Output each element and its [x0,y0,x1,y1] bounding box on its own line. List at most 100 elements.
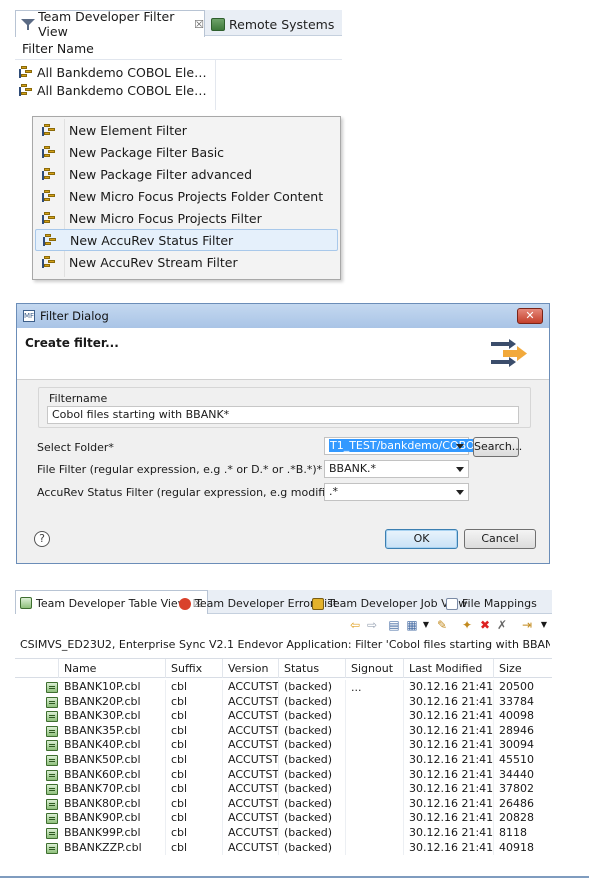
cell-name: BBANK80P.cbl [59,796,166,812]
menu-item-label: New Element Filter [69,122,187,138]
cell-status: (backed) [279,840,346,856]
menu-item-new-mf-projects-filter[interactable]: New Micro Focus Projects Filter [35,207,338,229]
cell-last-modified: 30.12.16 21:41 [404,738,494,753]
filtername-input[interactable]: Cobol files starting with BBANK* [47,406,519,424]
table-row[interactable]: BBANKZZP.cblcblACCUTST...(backed) 30.12.1… [15,840,552,856]
cell-suffix: cbl [166,694,223,710]
menu-icon[interactable]: ⇥ [520,618,534,632]
column-header-last-modified[interactable]: Last Modified [404,659,494,678]
cell-status: (backed) [279,738,346,753]
cell-signout [346,709,404,724]
table-row[interactable]: BBANK60P.cblcblACCUTST...(backed) 30.12.1… [15,767,552,783]
new-filter-icon [41,189,57,203]
filter-row-label: All Bankdemo COBOL Element... [37,82,214,98]
dialog-titlebar[interactable]: MF Filter Dialog ✕ [17,304,549,328]
cancel-button[interactable]: Cancel [464,529,536,549]
ok-button[interactable]: OK [385,529,458,549]
table-row[interactable]: BBANK80P.cblcblACCUTST...(backed) 30.12.1… [15,796,552,812]
menu-item-new-accurev-stream-filter[interactable]: New AccuRev Stream Filter [35,251,338,273]
cell-size: 40098 [499,709,534,723]
table-row[interactable]: BBANK35P.cblcblACCUTST...(backed) 30.12.1… [15,723,552,739]
cell-version: ACCUTST... [223,767,279,783]
menu-item-new-accurev-status-filter[interactable]: New AccuRev Status Filter [35,229,338,251]
cell-name: BBANK35P.cbl [59,723,166,739]
cell-last-modified: 30.12.16 21:41 [404,680,494,695]
file-filter-combo[interactable]: BBANK.* [324,460,469,478]
tab-team-developer-filter-view[interactable]: Team Developer Filter View ☒ [15,9,205,39]
chevron-down-icon[interactable] [456,490,464,495]
cell-signout [346,723,404,739]
filter-action-icon[interactable]: ✦ [460,618,474,632]
cobol-file-icon [46,769,58,781]
tab-file-mappings[interactable]: File Mappings [446,593,537,614]
select-folder-combo[interactable]: T1_TEST/bankdemo/COBOL [324,437,482,455]
cell-signout [346,811,404,826]
close-icon[interactable]: ☒ [194,18,204,31]
cell-suffix: cbl [166,811,223,826]
table-row[interactable]: BBANK99P.cblcblACCUTST...(backed) 30.12.1… [15,826,552,841]
tab-remote-systems[interactable]: Remote Systems [207,12,342,36]
filter-row[interactable]: All Bankdemo COBOL Element... [19,81,214,99]
filter-row[interactable]: All Bankdemo COBOL Element... [19,63,214,81]
remove-all-icon[interactable]: ✗ [495,618,509,632]
search-button[interactable]: Search... [473,437,522,457]
cell-version: ACCUTST... [223,753,279,768]
filter-row-label: All Bankdemo COBOL Element... [37,64,214,80]
cobol-file-icon [46,740,58,752]
file-filter-value: BBANK.* [329,462,377,475]
cell-status: (backed) [279,694,346,710]
cell-status: (backed) [279,811,346,826]
edit-icon[interactable]: ✎ [435,618,449,632]
cell-suffix: cbl [166,738,223,753]
cobol-file-icon [46,682,58,693]
menu-item-new-package-filter-basic[interactable]: New Package Filter Basic [35,141,338,163]
help-icon[interactable]: ? [34,531,50,547]
table-row[interactable]: BBANK70P.cblcblACCUTST...(backed) 30.12.1… [15,782,552,797]
forward-arrow-icon[interactable]: ⇨ [365,618,379,632]
table-icon[interactable]: ▤ [387,618,401,632]
filter-name-column-header[interactable]: Filter Name [15,38,342,60]
table-row[interactable]: BBANK40P.cblcblACCUTST...(backed) 30.12.1… [15,738,552,753]
table-row[interactable]: BBANK10P.cblcblACCUTST...(backed) 30.12.1… [15,680,552,695]
menu-item-label: New AccuRev Status Filter [70,232,234,248]
filtername-group: Filtername Cobol files starting with BBA… [38,387,531,428]
menu-item-new-package-filter-advanced[interactable]: New Package Filter advanced [35,163,338,185]
status-filter-combo[interactable]: .* [324,483,469,501]
table-row[interactable]: BBANK30P.cblcblACCUTST...(backed) 30.12.1… [15,709,552,724]
cell-name: BBANK30P.cbl [59,709,166,724]
column-header-name[interactable]: Name [59,659,166,678]
error-list-icon [179,597,191,610]
delete-icon[interactable]: ✖ [478,618,492,632]
export-icon[interactable]: ▦ [405,618,419,632]
table-row[interactable]: BBANK90P.cblcblACCUTST...(backed) 30.12.1… [15,811,552,826]
table-header: Name Suffix Version Status Signout ... L… [15,658,552,694]
dialog-title: Filter Dialog [40,309,109,323]
menu-item-new-element-filter[interactable]: New Element Filter [35,119,338,141]
cell-size: 40918 [499,840,534,854]
column-header-status[interactable]: Status [279,659,346,678]
cell-status: (backed) [279,753,346,768]
column-header-size[interactable]: Size [494,659,552,678]
table-row[interactable]: BBANK50P.cblcblACCUTST...(backed) 30.12.1… [15,753,552,768]
chevron-down-icon[interactable] [456,444,464,449]
chevron-down-icon[interactable] [456,467,464,472]
column-header-signout[interactable]: Signout ... [346,659,404,694]
menu-item-new-mf-projects-folder-content[interactable]: New Micro Focus Projects Folder Content [35,185,338,207]
cell-suffix: cbl [166,709,223,724]
view-menu-chevron-icon[interactable]: ▼ [537,618,551,632]
filter-info-line: CSIMVS_ED23U2, Enterprise Sync V2.1 Ende… [20,638,550,651]
column-header-suffix[interactable]: Suffix [166,659,223,678]
tab-label: File Mappings [462,597,537,610]
cell-signout [346,753,404,768]
back-arrow-icon[interactable]: ⇦ [348,618,362,632]
tab-team-developer-job-view[interactable]: Team Developer Job View [312,593,467,614]
cell-version: ACCUTST... [223,680,279,695]
chevron-down-icon[interactable]: ▼ [419,618,433,632]
column-header-version[interactable]: Version [223,659,279,678]
new-filter-icon [41,145,57,159]
cell-suffix: cbl [166,796,223,812]
filter-dialog: MF Filter Dialog ✕ Create filter... Filt… [16,303,550,564]
table-row[interactable]: BBANK20P.cblcblACCUTST...(backed) 30.12.1… [15,694,552,710]
cell-name: BBANK60P.cbl [59,767,166,783]
close-icon[interactable]: ✕ [517,308,543,324]
